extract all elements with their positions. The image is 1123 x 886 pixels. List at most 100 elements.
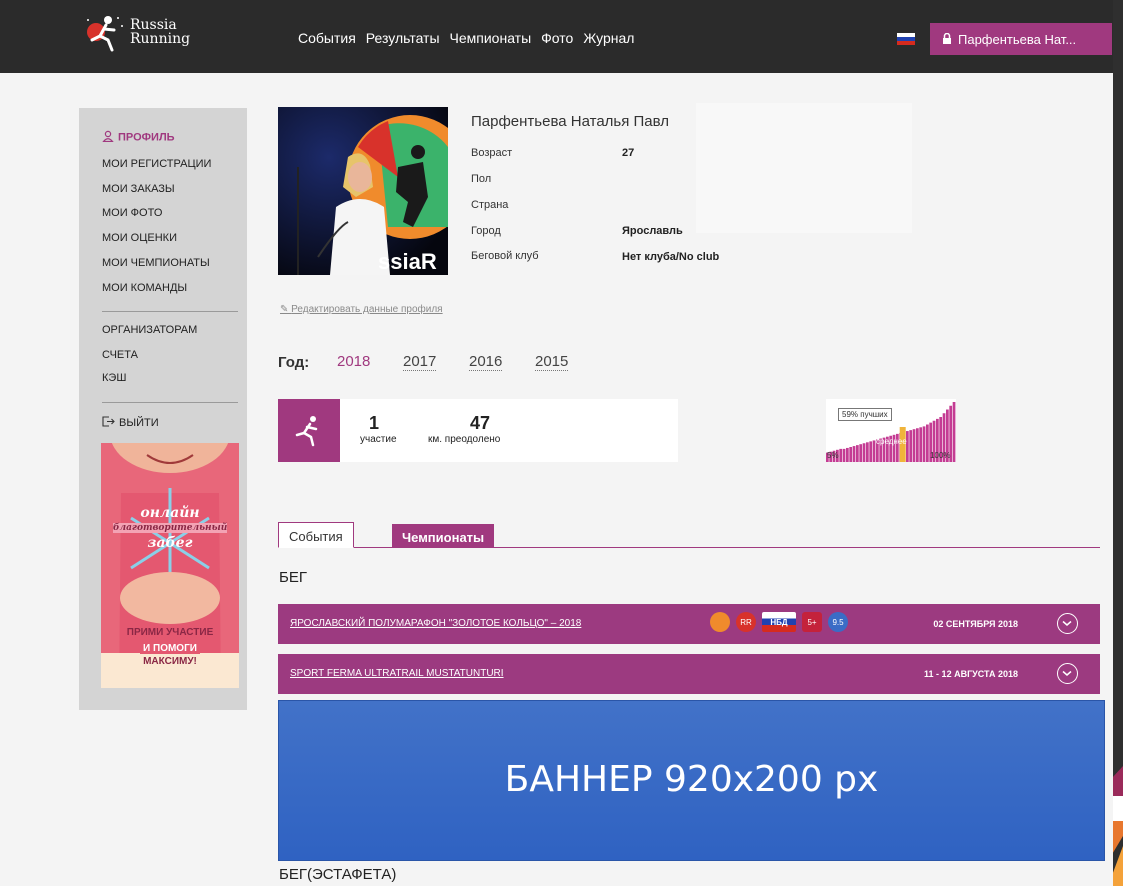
ad-text-help: И ПОМОГИ [140,643,200,654]
histogram-bar [839,448,843,462]
sidebar-item-photos[interactable]: МОИ ФОТО [102,207,162,219]
field-label-club: Беговой клуб [471,250,539,262]
histogram-max-label: 100% [930,451,951,460]
ad-text-online: онлайн [140,505,200,521]
chevron-down-icon[interactable] [1057,663,1078,684]
sidebar-item-orders[interactable]: МОИ ЗАКАЗЫ [102,183,175,195]
nbd-badge-icon: НБД [762,612,796,632]
section-title-relay: БЕГ(ЭСТАФЕТА) [279,866,397,883]
percentile-histogram: 59% пучших среднее 5% 100% [826,399,956,462]
logo-line1: Russia [130,17,177,33]
year-label: Год: [278,354,310,371]
privacy-mask [696,103,912,233]
ad-banner-placeholder[interactable]: БАННЕР 920x200 px [278,700,1105,861]
nav-journal[interactable]: Журнал [583,30,634,46]
histogram-bar [866,442,869,462]
histogram-min-label: 5% [827,451,839,460]
ad-text-charity: благотворительный [113,523,228,533]
ad-text-run: забег [147,535,193,551]
stats-panel: 1 участие 47 км. преодолено 59% пучших с… [278,399,956,462]
edit-profile-link[interactable]: ✎ Редактировать данные профиля [280,304,443,315]
sidebar-item-invoices[interactable]: СЧЕТА [102,349,138,361]
histogram-bar [952,402,956,462]
sidebar-item-ratings[interactable]: МОИ ОЦЕНКИ [102,232,177,244]
sidebar-item-profile[interactable]: ПРОФИЛЬ [102,130,175,145]
histogram-best-label: 59% пучших [838,408,892,421]
runner-logo-icon [82,10,126,54]
russia-running-badge-icon: RR [736,612,756,632]
sidebar-item-logout[interactable]: ВЫЙТИ [102,416,159,430]
event-title[interactable]: ЯРОСЛАВСКИЙ ПОЛУМАРАФОН "ЗОЛОТОЕ КОЛЬЦО"… [290,618,581,629]
year-2016[interactable]: 2016 [469,353,503,371]
histogram-bar [852,446,856,462]
sidebar-item-championships[interactable]: МОИ ЧЕМПИОНАТЫ [102,257,210,269]
sidebar-divider [102,311,238,312]
nav-championships[interactable]: Чемпионаты [450,30,532,46]
histogram-avg-label: среднее [876,437,907,446]
logo[interactable]: Russia Running [82,10,190,54]
sidebar-item-organizers[interactable]: ОРГАНИЗАТОРАМ [102,324,197,336]
event-date: 02 СЕНТЯБРЯ 2018 [933,619,1018,629]
lock-icon [942,32,952,47]
histogram-bar [922,426,926,462]
field-value-age: 27 [622,147,635,159]
participations-count: 1 [369,413,380,433]
sidebar-divider [102,402,238,403]
field-label-city: Город [471,225,501,237]
histogram-bar [916,428,919,462]
participations-label: участие [360,434,397,445]
year-2018[interactable]: 2018 [337,353,370,370]
five-plus-badge-icon: 5+ [802,612,822,632]
main-nav: События Результаты Чемпионаты Фото Журна… [298,30,644,46]
rating-badge-icon: 9.5 [828,612,848,632]
sidebar-item-cash[interactable]: КЭШ [102,372,126,384]
histogram-bar [872,440,876,462]
histogram-bar [906,431,909,462]
histogram-bar [856,445,859,462]
sidebar-item-registrations[interactable]: МОИ РЕГИСТРАЦИИ [102,158,211,170]
year-2015[interactable]: 2015 [535,353,569,371]
sidebar-profile-label: ПРОФИЛЬ [118,131,175,144]
event-title[interactable]: SPORT FERMA ULTRATRAIL MUSTATUNTURI [290,668,504,679]
ad-text-participate: ПРИМИ УЧАСТИЕ [126,627,214,638]
chevron-down-icon[interactable] [1057,613,1078,634]
user-icon [102,130,114,145]
field-label-gender: Пол [471,173,492,185]
tab-events[interactable]: События [278,522,354,548]
field-label-country: Страна [471,199,509,211]
nav-photo[interactable]: Фото [541,30,573,46]
histogram-bar [842,448,846,462]
histogram-bar [869,441,873,462]
edit-profile-label: Редактировать данные профиля [291,304,443,315]
histogram-bar [849,447,853,462]
logo-text: Russia Running [130,18,190,46]
nav-results[interactable]: Результаты [366,30,440,46]
event-row[interactable]: SPORT FERMA ULTRATRAIL MUSTATUNTURI 11 -… [278,654,1100,694]
russia-flag-icon[interactable] [897,33,915,45]
profile-sidebar: ПРОФИЛЬ МОИ РЕГИСТРАЦИИ МОИ ЗАКАЗЫ МОИ Ф… [79,108,247,710]
logout-label: ВЫЙТИ [119,416,159,429]
logo-line2: Running [130,31,191,47]
event-row[interactable]: ЯРОСЛАВСКИЙ ПОЛУМАРАФОН "ЗОЛОТОЕ КОЛЬЦО"… [278,604,1100,644]
km-label: км. преодолено [428,434,501,445]
content-tabs: События Чемпионаты [278,522,1100,548]
field-value-club: Нет клуба/No club [622,251,720,263]
km-count: 47 [470,413,491,433]
event-date: 11 - 12 АВГУСТА 2018 [924,669,1018,679]
histogram-bar [909,430,913,462]
histogram-bar [919,427,923,462]
tab-championships[interactable]: Чемпионаты [392,524,495,548]
ad-text-maxim: МАКСИМУ! [143,656,197,667]
logout-icon [102,416,115,430]
user-menu-button[interactable]: Парфентьева Нат... [930,23,1112,55]
section-title-run: БЕГ [279,569,307,586]
nav-events[interactable]: События [298,30,356,46]
browser-page: Russia Running События Результаты Чемпио… [0,0,1113,886]
field-value-city: Ярославль [622,225,683,237]
charity-ad-banner[interactable]: онлайн благотворительный забег ПРИМИ УЧА… [101,443,239,688]
banner-label: БАННЕР 920x200 px [504,759,879,800]
presentation-frame: Russia Running События Результаты Чемпио… [0,0,1123,886]
svg-text:ssiaR: ssiaR [378,249,437,274]
year-2017[interactable]: 2017 [403,353,437,371]
sidebar-item-teams[interactable]: МОИ КОМАНДЫ [102,282,187,294]
